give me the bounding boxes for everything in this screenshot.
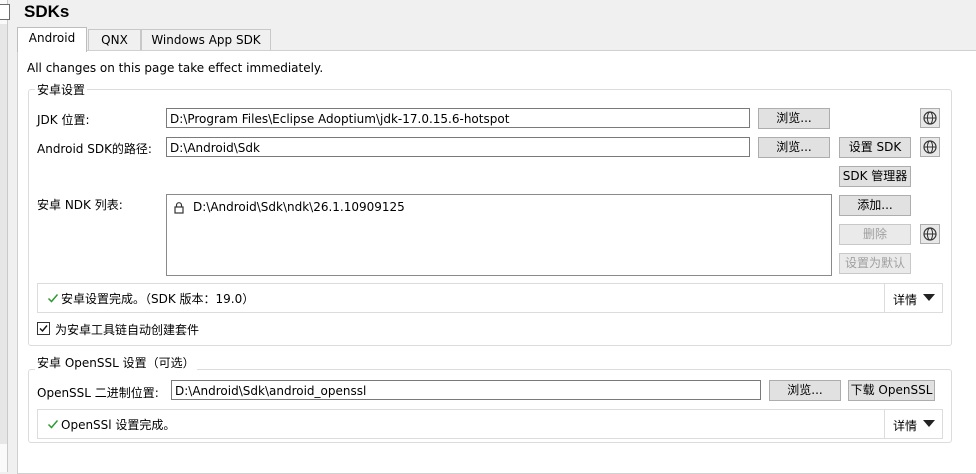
tab-android[interactable]: Android	[17, 27, 87, 52]
setup-sdk-button[interactable]: 设置 SDK	[839, 137, 911, 158]
openssl-location-label: OpenSSL 二进制位置:	[37, 386, 159, 400]
check-icon	[47, 294, 59, 303]
caret-down-icon	[923, 294, 935, 301]
android-sdk-path-label: Android SDK的路径:	[37, 142, 152, 156]
globe-icon	[923, 227, 937, 241]
android-sdk-path-field[interactable]: D:\Android\Sdk	[166, 137, 750, 157]
left-scrollbar[interactable]	[0, 24, 7, 444]
openssl-status-text: OpenSSl 设置完成。	[61, 418, 176, 432]
jdk-browse-button[interactable]: 浏览...	[758, 108, 830, 129]
ndk-list[interactable]: D:\Android\Sdk\ndk\26.1.10909125	[166, 194, 832, 276]
ndk-add-button[interactable]: 添加...	[839, 195, 911, 216]
openssl-group-title: 安卓 OpenSSL 设置（可选）	[35, 354, 197, 371]
download-openssl-button[interactable]: 下载 OpenSSL	[848, 380, 935, 401]
android-details-toggle[interactable]: 详情	[884, 284, 943, 312]
android-group-title: 安卓设置	[35, 81, 88, 98]
sdk-manager-button[interactable]: SDK 管理器	[839, 166, 911, 187]
ndk-path-text: D:\Android\Sdk\ndk\26.1.10909125	[193, 200, 405, 214]
openssl-details-toggle[interactable]: 详情	[884, 410, 943, 438]
openssl-status-panel: OpenSSl 设置完成。 详情	[37, 409, 943, 439]
checkbox-box[interactable]	[37, 322, 50, 335]
jdk-location-label: JDK 位置:	[37, 113, 90, 127]
sdk-download-button[interactable]	[920, 137, 940, 157]
page-title: SDKs	[24, 2, 70, 21]
caret-down-icon	[923, 420, 935, 427]
ndk-download-button[interactable]	[920, 224, 940, 244]
tab-windows-app-sdk[interactable]: Windows App SDK	[141, 29, 271, 51]
auto-create-kits-label: 为安卓工具链自动创建套件	[55, 323, 200, 337]
openssl-location-field[interactable]: D:\Android\Sdk\android_openssl	[171, 380, 761, 400]
android-status-panel: 安卓设置完成。（SDK 版本：19.0） 详情	[37, 283, 943, 313]
nav-item-box[interactable]	[0, 4, 10, 20]
lock-icon	[174, 202, 184, 214]
ndk-remove-button[interactable]: 删除	[839, 224, 911, 245]
openssl-details-label: 详情	[893, 419, 918, 433]
globe-icon	[923, 140, 937, 154]
ndk-list-label: 安卓 NDK 列表:	[37, 198, 123, 212]
globe-icon	[923, 111, 937, 125]
jdk-location-field[interactable]: D:\Program Files\Eclipse Adoptium\jdk-17…	[166, 108, 750, 128]
left-navigation-pane	[0, 0, 10, 472]
notice-text: All changes on this page take effect imm…	[27, 61, 324, 75]
android-details-label: 详情	[893, 293, 918, 307]
sdk-browse-button[interactable]: 浏览...	[758, 137, 830, 158]
tab-qnx[interactable]: QNX	[88, 29, 141, 51]
android-status-text: 安卓设置完成。（SDK 版本：19.0）	[61, 292, 255, 306]
openssl-browse-button[interactable]: 浏览...	[769, 380, 841, 401]
ndk-set-default-button[interactable]: 设置为默认	[839, 253, 911, 274]
auto-create-kits-checkbox[interactable]: 为安卓工具链自动创建套件	[37, 321, 237, 337]
jdk-download-button[interactable]	[920, 108, 940, 128]
check-icon	[47, 420, 59, 429]
checkmark-icon	[39, 325, 48, 333]
